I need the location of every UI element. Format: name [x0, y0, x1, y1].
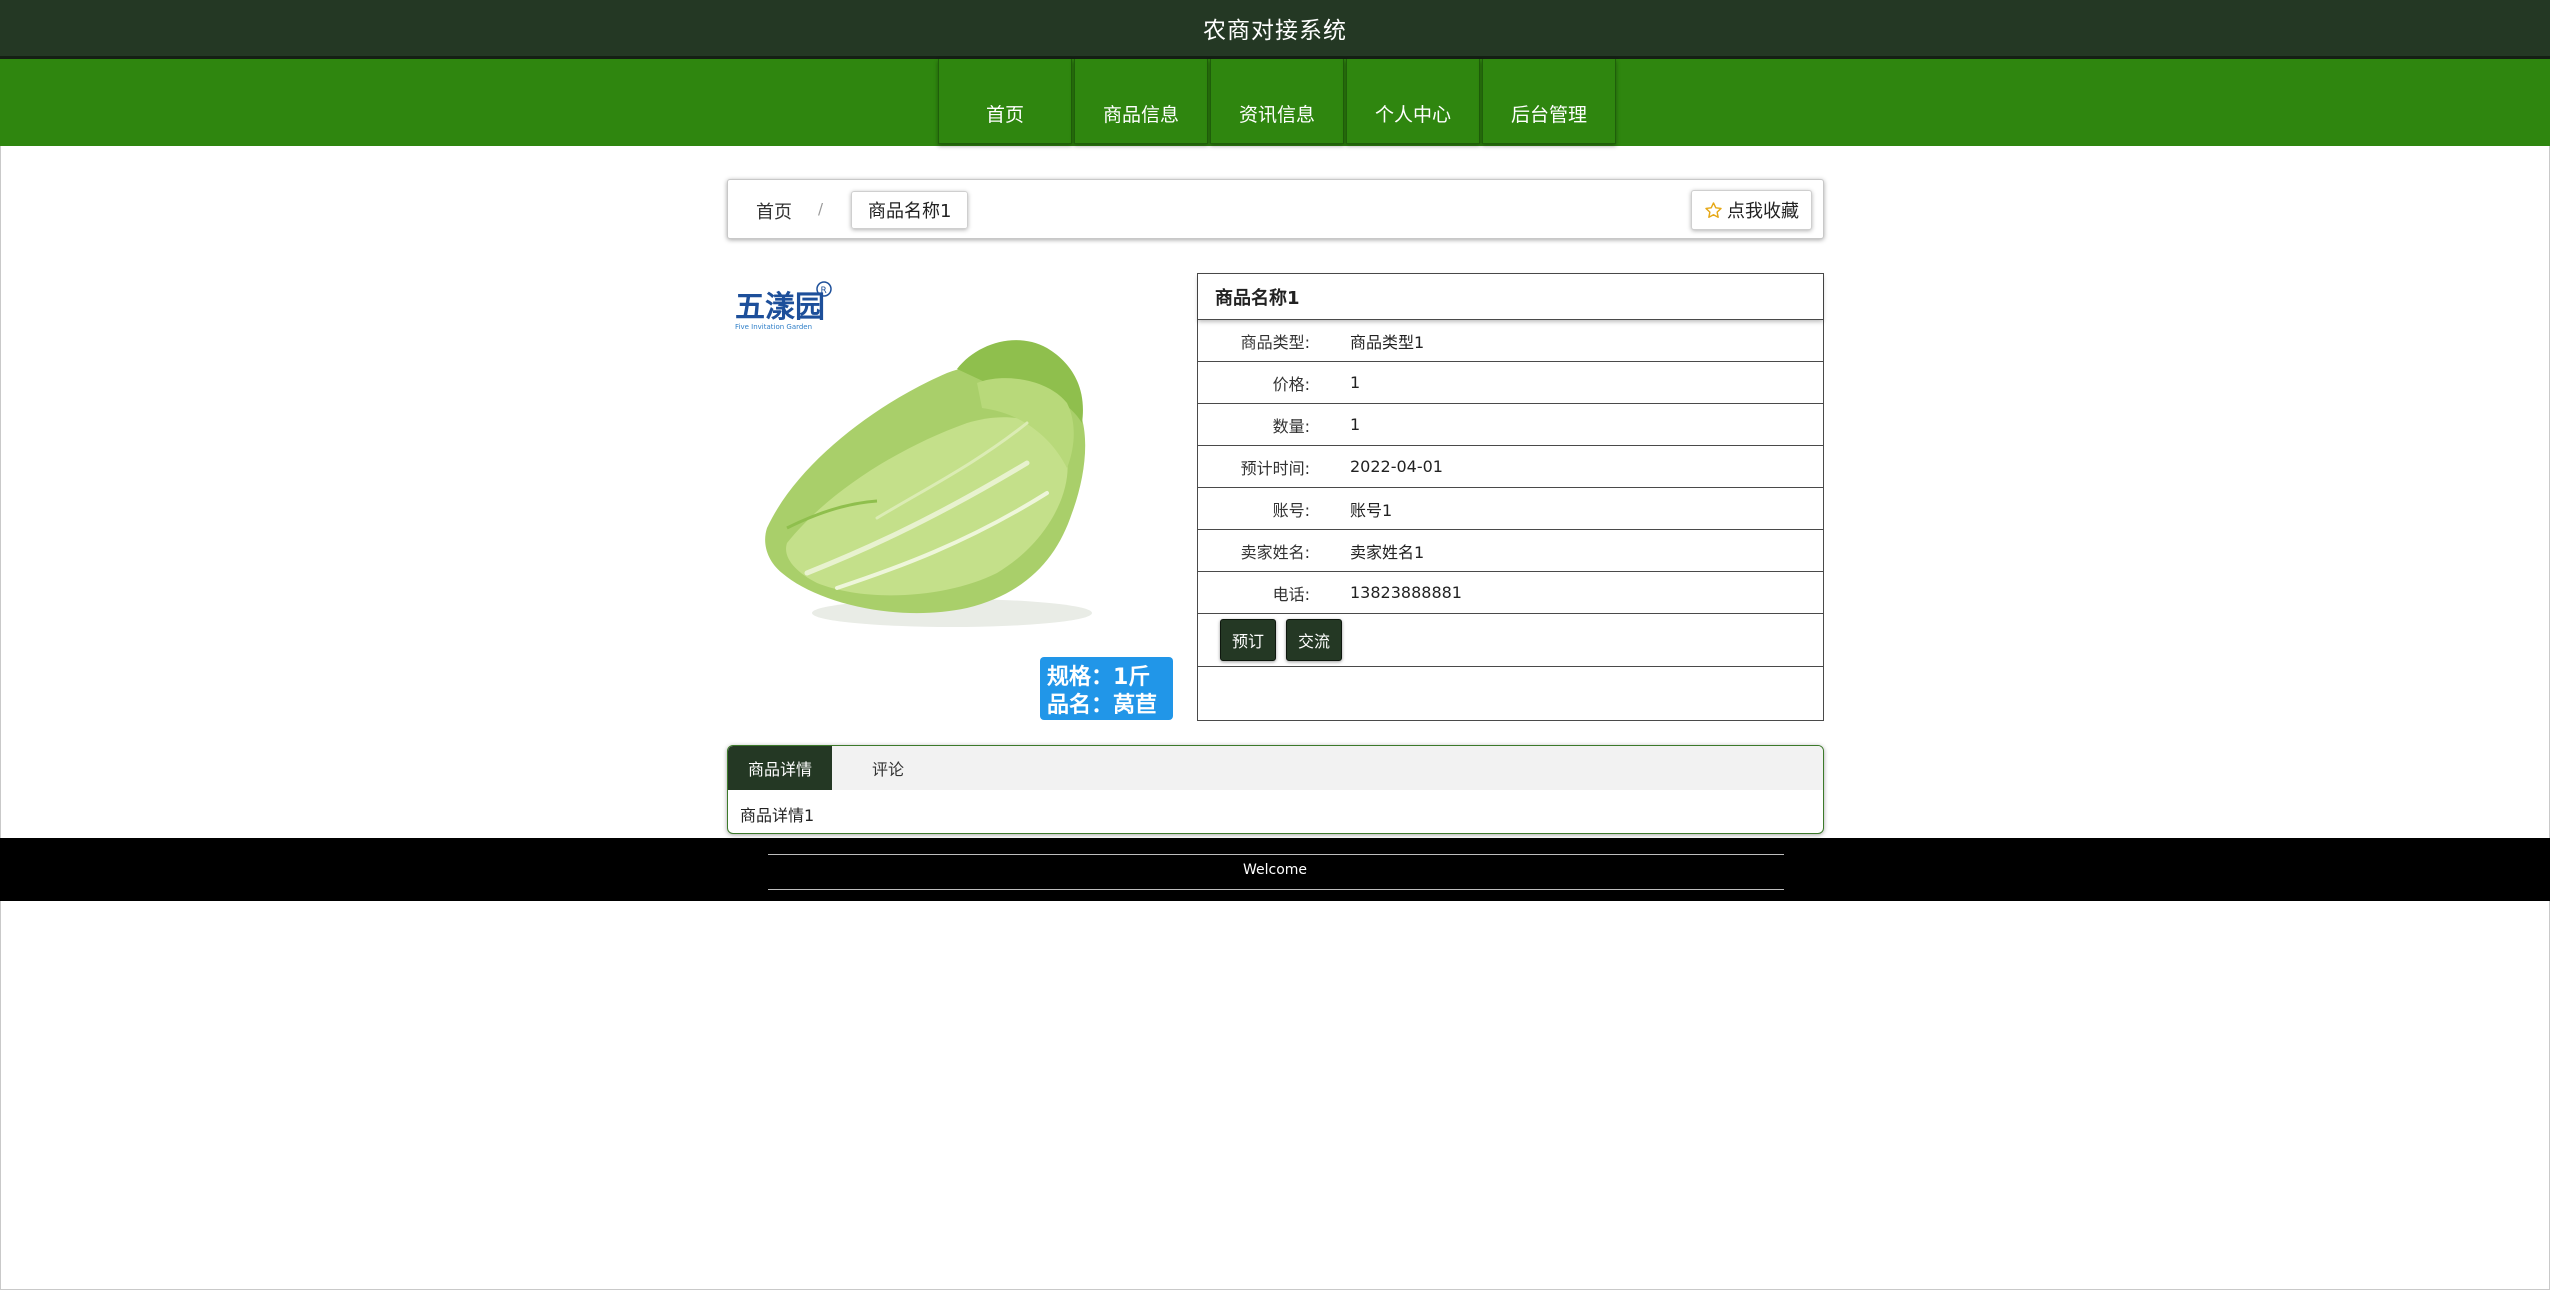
info-value: 商品类型1: [1350, 332, 1425, 352]
action-row: 预订 交流: [1198, 614, 1823, 667]
favorite-label: 点我收藏: [1727, 201, 1799, 222]
info-value: 13823888881: [1350, 583, 1462, 602]
info-value: 卖家姓名1: [1350, 542, 1425, 562]
info-label: 预计时间:: [1240, 458, 1310, 478]
info-row-expected-time: 预计时间: 2022-04-01: [1198, 446, 1823, 488]
info-row-seller-name: 卖家姓名: 卖家姓名1: [1198, 530, 1823, 572]
info-value: 1: [1350, 373, 1361, 392]
nav-item-products[interactable]: 商品信息: [1074, 59, 1208, 144]
nav-item-home[interactable]: 首页: [938, 59, 1072, 144]
product-info-panel: 商品名称1 商品类型: 商品类型1 价格: 1 数量: 1 预计时间: 2022…: [1197, 273, 1824, 721]
info-label: 账号:: [1272, 500, 1310, 520]
info-row-type: 商品类型: 商品类型1: [1198, 320, 1823, 362]
footer-divider-top: [768, 854, 1784, 855]
site-title: 农商对接系统: [1203, 18, 1347, 44]
product-name: 商品名称1: [1198, 274, 1823, 320]
footer: Welcome: [0, 838, 2550, 901]
tab-product-details[interactable]: 商品详情: [728, 746, 833, 790]
info-row-phone: 电话: 13823888881: [1198, 572, 1823, 614]
info-label: 卖家姓名:: [1240, 542, 1310, 562]
nav-item-profile[interactable]: 个人中心: [1346, 59, 1480, 144]
info-label: 数量:: [1272, 416, 1310, 436]
breadcrumb-separator: /: [818, 200, 824, 218]
info-row-quantity: 数量: 1: [1198, 404, 1823, 446]
info-value: 1: [1350, 415, 1361, 434]
footer-text: Welcome: [1242, 862, 1308, 878]
breadcrumb-current: 商品名称1: [851, 191, 969, 229]
info-label: 商品类型:: [1240, 332, 1310, 352]
product-image: 五漾园 R Five Invitation Garden 规格：1斤 品名：莴苣: [727, 273, 1177, 723]
info-value: 2022-04-01: [1350, 457, 1443, 476]
info-value: 账号1: [1350, 500, 1393, 520]
brand-logo-subtext: Five Invitation Garden: [735, 323, 812, 331]
tab-content: 商品详情1: [740, 806, 815, 825]
top-header: 农商对接系统: [0, 0, 2550, 59]
nav-item-admin[interactable]: 后台管理: [1482, 59, 1616, 144]
star-outline-icon: [1705, 201, 1722, 218]
main-nav: 首页 商品信息 资讯信息 个人中心 后台管理: [0, 59, 2550, 146]
breadcrumb: 首页 / 商品名称1 点我收藏: [727, 179, 1824, 239]
lettuce-photo: 五漾园 R Five Invitation Garden 规格：1斤 品名：莴苣: [727, 273, 1177, 723]
nav-item-news[interactable]: 资讯信息: [1210, 59, 1344, 144]
breadcrumb-home-link[interactable]: 首页: [756, 198, 792, 224]
info-label: 电话:: [1272, 584, 1310, 604]
tab-comments[interactable]: 评论: [832, 746, 944, 790]
spec-tag-line1: 规格：1斤: [1047, 664, 1150, 690]
brand-logo-text: 五漾园: [735, 290, 825, 325]
info-row-account: 账号: 账号1: [1198, 488, 1823, 530]
favorite-button[interactable]: 点我收藏: [1691, 190, 1812, 230]
info-label: 价格:: [1272, 374, 1310, 394]
detail-tabs: 商品详情 评论 商品详情1: [727, 745, 1824, 834]
chat-button[interactable]: 交流: [1286, 619, 1343, 661]
svg-text:R: R: [821, 286, 827, 296]
reserve-button[interactable]: 预订: [1220, 619, 1277, 661]
info-row-price: 价格: 1: [1198, 362, 1823, 404]
tab-strip: 商品详情 评论: [728, 746, 1823, 790]
spec-tag-line2: 品名：莴苣: [1047, 692, 1157, 718]
footer-divider-bottom: [768, 889, 1784, 890]
